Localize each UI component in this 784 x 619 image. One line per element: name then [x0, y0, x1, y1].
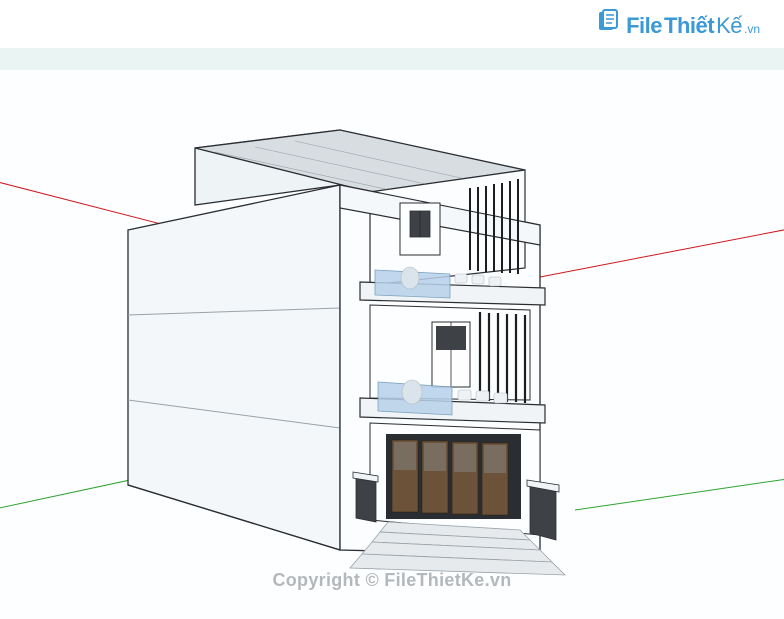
logo-text-main: Thiết: [664, 13, 714, 39]
green-axis-left: [0, 480, 130, 510]
scene-svg: [0, 70, 784, 619]
logo-text-tld: .vn: [744, 22, 760, 36]
header-bar: File Thiết Kế .vn: [0, 0, 784, 48]
building-model: [128, 130, 565, 575]
red-axis-right: [540, 228, 784, 277]
logo-text-prefix: File: [626, 13, 662, 39]
3d-viewport[interactable]: [0, 70, 784, 619]
site-logo[interactable]: File Thiết Kế .vn: [598, 9, 760, 39]
logo-text-accent: Kế: [716, 13, 742, 39]
logo-icon: [598, 9, 620, 33]
header-divider: [0, 48, 784, 70]
green-axis-right: [575, 478, 784, 510]
copyright-watermark: Copyright © FileThietKe.vn: [0, 570, 784, 591]
